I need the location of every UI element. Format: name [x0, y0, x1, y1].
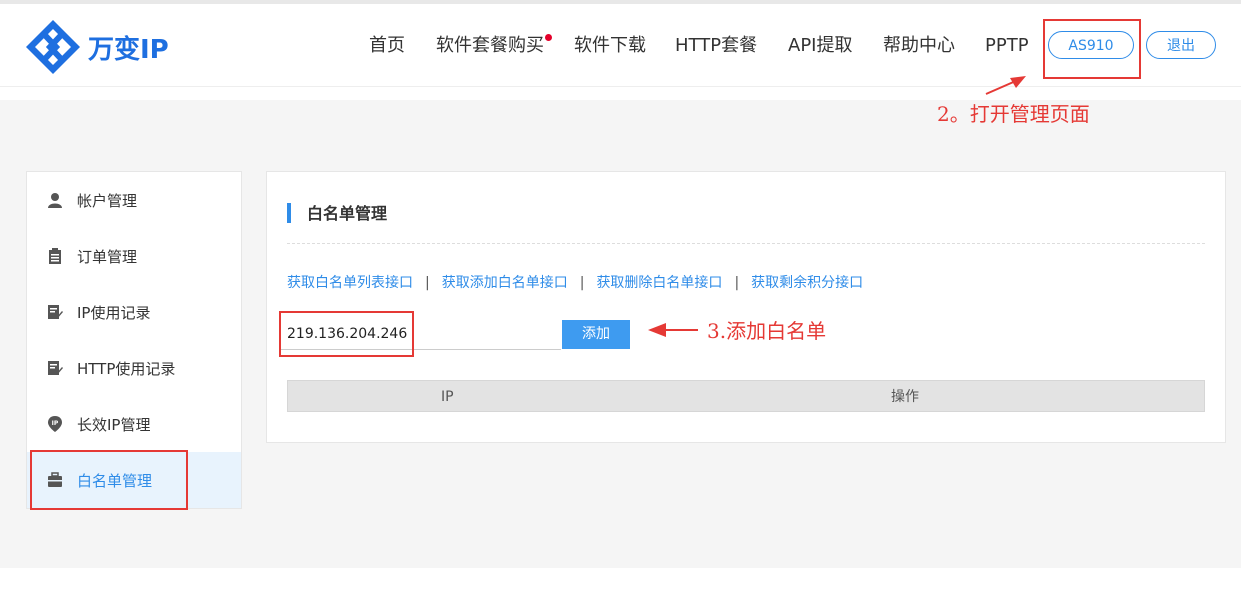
annotation-arrow-step3: [648, 323, 698, 337]
api-link-list[interactable]: 获取白名单列表接口: [287, 275, 413, 291]
nav-api-extract[interactable]: API提取: [788, 34, 852, 58]
divider: [287, 243, 1205, 244]
column-header-action: 操作: [891, 389, 919, 405]
nav-help-center[interactable]: 帮助中心: [883, 34, 955, 58]
sidebar-item-orders[interactable]: 订单管理: [27, 228, 241, 284]
edit-icon: [47, 304, 63, 320]
sidebar-item-ip-usage[interactable]: IP使用记录: [27, 284, 241, 340]
whitelist-panel: 白名单管理 获取白名单列表接口 | 获取添加白名单接口 | 获取删除白名单接口 | 获取剩余…: [266, 171, 1226, 443]
api-links: 获取白名单列表接口 | 获取添加白名单接口 | 获取删除白名单接口 | 获取剩余积分接口: [287, 273, 863, 293]
site-header: 万变IP 首页 软件套餐购买 软件下载 HTTP套餐 API提取 帮助中心 PP…: [0, 4, 1241, 87]
sidebar-item-long-ip[interactable]: IP 长效IP管理: [27, 396, 241, 452]
column-header-ip: IP: [441, 389, 454, 405]
nav-http-package[interactable]: HTTP套餐: [675, 34, 757, 58]
sidebar-item-account[interactable]: 帐户管理: [27, 172, 241, 228]
edit-icon: [47, 360, 63, 376]
briefcase-icon: [47, 472, 63, 488]
sidebar-item-label: HTTP使用记录: [77, 359, 176, 378]
link-separator: |: [579, 275, 585, 291]
logout-button[interactable]: 退出: [1146, 31, 1216, 59]
sidebar-item-label: 订单管理: [77, 247, 138, 266]
link-separator: |: [425, 275, 430, 291]
title-accent-bar: [287, 203, 291, 223]
whitelist-table-header: IP 操作: [287, 380, 1205, 412]
api-link-delete[interactable]: 获取删除白名单接口: [596, 275, 722, 291]
api-link-points[interactable]: 获取剩余积分接口: [751, 275, 863, 291]
sidebar-item-label: 长效IP管理: [77, 415, 151, 434]
nav-package-purchase-label: 软件套餐购买: [436, 35, 544, 56]
sidebar-item-label: 白名单管理: [77, 471, 153, 490]
sidebar-item-label: 帐户管理: [77, 191, 138, 210]
link-separator: |: [734, 275, 740, 291]
clipboard-icon: [47, 248, 63, 264]
ip-pin-icon: IP: [47, 416, 63, 432]
nav-package-purchase[interactable]: 软件套餐购买: [436, 34, 552, 58]
user-account-button[interactable]: AS910: [1048, 31, 1134, 59]
sidebar-item-label: IP使用记录: [77, 303, 151, 322]
annotation-step3: 3.添加白名单: [707, 319, 827, 343]
brand-name: 万变IP: [88, 34, 169, 65]
sidebar-item-whitelist[interactable]: 白名单管理: [27, 452, 241, 508]
annotation-arrow-step2: [985, 76, 1026, 95]
nav-pptp[interactable]: PPTP: [985, 34, 1029, 58]
nav-home[interactable]: 首页: [369, 34, 405, 58]
notification-dot: [545, 34, 552, 41]
annotation-step2: 2。打开管理页面: [937, 102, 1090, 126]
user-icon: [47, 192, 63, 208]
sidebar: 帐户管理 订单管理 IP使用记录 HTTP使用记录 IP 长效IP管理 白名单管…: [26, 171, 242, 509]
brand-logo[interactable]: 万变IP: [26, 19, 169, 75]
api-link-add[interactable]: 获取添加白名单接口: [442, 275, 568, 291]
ip-address-input[interactable]: [281, 318, 561, 350]
sidebar-item-http-usage[interactable]: HTTP使用记录: [27, 340, 241, 396]
brand-logo-icon: [26, 20, 80, 74]
add-button[interactable]: 添加: [562, 320, 630, 349]
page-title: 白名单管理: [307, 204, 388, 223]
svg-text:IP: IP: [52, 420, 59, 427]
nav-software-download[interactable]: 软件下载: [574, 34, 646, 58]
